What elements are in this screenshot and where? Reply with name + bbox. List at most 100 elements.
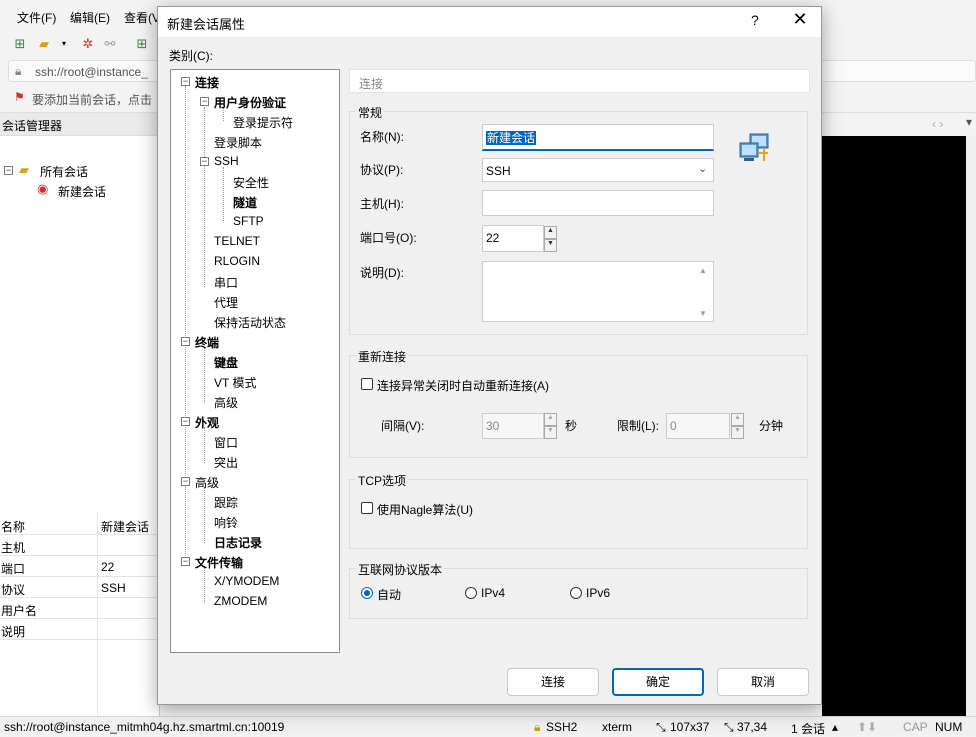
interval-field[interactable]: 30: [482, 413, 544, 439]
ip-version-group-title: 互联网协议版本: [356, 561, 445, 578]
tab-scroll-icon[interactable]: ‹ ›: [932, 117, 943, 131]
properties-icon[interactable]: ⊞: [134, 36, 150, 52]
ipv6-radio[interactable]: [570, 587, 582, 599]
collapse-icon[interactable]: −: [200, 97, 209, 106]
tree-zmodem[interactable]: ZMODEM: [214, 594, 267, 608]
menu-edit[interactable]: 编辑(E): [70, 9, 110, 26]
address-text: ssh://root@instance_: [35, 65, 148, 79]
tree-serial[interactable]: 串口: [214, 274, 238, 291]
ipv6-label: IPv6: [586, 586, 611, 600]
cancel-button[interactable]: 取消: [717, 668, 809, 696]
tree-terminal-advanced[interactable]: 高级: [214, 394, 238, 411]
dialog-title: 新建会话属性: [167, 17, 246, 32]
ip-auto-radio[interactable]: [361, 587, 373, 599]
auto-reconnect-label: 连接异常关闭时自动重新连接(A): [377, 379, 549, 393]
scroll-down-icon[interactable]: ▼: [699, 309, 707, 318]
tree-window[interactable]: 窗口: [214, 434, 238, 451]
tree-keyboard[interactable]: 键盘: [214, 354, 238, 371]
tree-login-script[interactable]: 登录脚本: [214, 134, 262, 151]
port-field[interactable]: 22: [482, 225, 544, 252]
new-session-icon[interactable]: ⊞: [12, 36, 28, 52]
host-field[interactable]: [482, 190, 714, 216]
chevron-down-icon[interactable]: ▾: [56, 36, 72, 52]
tree-proxy[interactable]: 代理: [214, 294, 238, 311]
collapse-icon[interactable]: −: [181, 77, 190, 86]
tree-advanced[interactable]: 高级: [195, 474, 219, 491]
disconnect-icon[interactable]: ⚯: [102, 36, 118, 52]
interval-label: 间隔(V):: [381, 419, 425, 433]
interval-spin-up-icon[interactable]: ▲: [544, 413, 557, 426]
tree-file-transfer[interactable]: 文件传输: [195, 554, 243, 571]
tree-xymodem[interactable]: X/YMODEM: [214, 574, 279, 588]
scrollbar[interactable]: [966, 136, 976, 716]
limit-spin-down-icon[interactable]: ▼: [731, 426, 744, 439]
collapse-icon[interactable]: −: [181, 477, 190, 486]
chevron-down-icon: ⌄: [698, 163, 708, 175]
tab-dropdown-icon[interactable]: ▾: [966, 115, 972, 129]
collapse-icon[interactable]: −: [4, 166, 13, 175]
hint-text: 要添加当前会话，点击: [32, 93, 153, 107]
network-computer-icon: [738, 131, 772, 168]
ipv4-radio[interactable]: [465, 587, 477, 599]
properties-panel: 名称 新建会话 主机 端口 22 协议 SSH 用户名 说明: [0, 514, 160, 716]
description-field[interactable]: ▲ ▼: [482, 261, 714, 322]
tree-login-prompt[interactable]: 登录提示符: [233, 114, 293, 131]
tree-security[interactable]: 安全性: [233, 174, 269, 191]
auto-reconnect-checkbox[interactable]: [361, 378, 373, 390]
tree-vt-mode[interactable]: VT 模式: [214, 374, 256, 391]
scroll-up-icon[interactable]: ▲: [699, 266, 707, 275]
arrow-icon[interactable]: ⬆⬇: [857, 720, 877, 734]
name-value: 新建会话: [486, 131, 537, 145]
prop-value: 新建会话: [101, 520, 150, 534]
ipv4-label: IPv4: [481, 586, 506, 600]
port-spin-up-icon[interactable]: ▲: [544, 226, 557, 239]
interval-spin-down-icon[interactable]: ▼: [544, 426, 557, 439]
cursor-icon: ⤡: [724, 720, 734, 734]
protocol-value: SSH: [486, 164, 511, 178]
tree-logging[interactable]: 日志记录: [214, 534, 262, 551]
menu-file[interactable]: 文件(F): [17, 9, 56, 26]
connect-icon[interactable]: ✲: [80, 36, 96, 52]
limit-label: 限制(L):: [617, 419, 660, 433]
status-num: NUM: [935, 720, 963, 734]
tree-telnet[interactable]: TELNET: [214, 234, 260, 248]
port-value: 22: [486, 231, 500, 245]
open-folder-icon[interactable]: ▰: [36, 36, 52, 52]
tree-appearance[interactable]: 外观: [195, 414, 219, 431]
tree-bell[interactable]: 响铃: [214, 514, 238, 531]
tree-trace[interactable]: 跟踪: [214, 494, 238, 511]
nagle-checkbox[interactable]: [361, 502, 373, 514]
tree-sftp[interactable]: SFTP: [233, 214, 264, 228]
help-button[interactable]: ?: [751, 12, 759, 28]
tree-keepalive[interactable]: 保持活动状态: [214, 314, 286, 331]
tree-all-sessions[interactable]: 所有会话: [40, 163, 88, 180]
tree-tunnel[interactable]: 隧道: [233, 194, 257, 211]
protocol-select[interactable]: SSH ⌄: [482, 158, 714, 182]
terminal-area[interactable]: [822, 136, 966, 716]
tree-terminal[interactable]: 终端: [195, 334, 219, 351]
ok-button[interactable]: 确定: [612, 668, 704, 696]
connect-button[interactable]: 连接: [507, 668, 599, 696]
tree-ssh[interactable]: SSH: [214, 154, 239, 168]
tree-rlogin[interactable]: RLOGIN: [214, 254, 260, 268]
limit-spin-up-icon[interactable]: ▲: [731, 413, 744, 426]
collapse-icon[interactable]: −: [181, 557, 190, 566]
menu-view[interactable]: 查看(V: [124, 9, 160, 26]
category-tree[interactable]: − 连接 − 用户身份验证 登录提示符 登录脚本 − SSH 安全性 隧道 SF…: [170, 69, 340, 653]
tree-connection[interactable]: 连接: [195, 74, 219, 91]
close-icon[interactable]: ✕: [791, 9, 809, 30]
up-icon[interactable]: ▴: [832, 720, 838, 734]
collapse-icon[interactable]: −: [181, 337, 190, 346]
port-spin-down-icon[interactable]: ▼: [544, 239, 557, 252]
interval-value: 30: [486, 419, 500, 433]
status-size: 107x37: [670, 720, 710, 734]
name-field[interactable]: 新建会话: [482, 124, 714, 151]
tree-line: [204, 347, 205, 403]
collapse-icon[interactable]: −: [200, 157, 209, 166]
tree-new-session[interactable]: 新建会话: [58, 183, 106, 200]
limit-field[interactable]: 0: [666, 413, 730, 439]
prop-row: 主机: [0, 535, 160, 556]
tree-highlight[interactable]: 突出: [214, 454, 238, 471]
tree-auth[interactable]: 用户身份验证: [214, 94, 286, 111]
collapse-icon[interactable]: −: [181, 417, 190, 426]
